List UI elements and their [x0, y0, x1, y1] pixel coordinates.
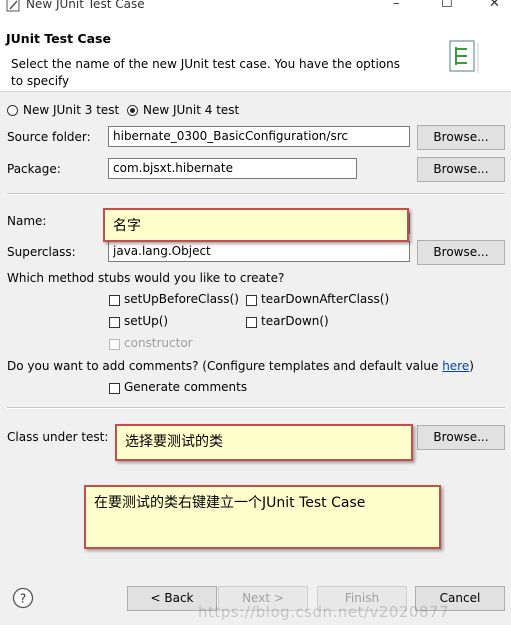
junit3-radio[interactable] [7, 105, 18, 116]
source-folder-label: Source folder: [7, 130, 91, 144]
help-icon[interactable]: ? [12, 587, 34, 609]
separator [7, 193, 505, 195]
teardownafterclass-label[interactable]: tearDownAfterClass() [261, 292, 389, 306]
page-title: JUnit Test Case [6, 31, 111, 46]
configure-templates-link[interactable]: here [442, 359, 469, 373]
comments-question: Do you want to add comments? (Configure … [7, 359, 474, 373]
setup-checkbox[interactable] [109, 317, 120, 328]
package-label: Package: [7, 162, 61, 176]
eclipse-app-icon [6, 0, 20, 12]
teardownafterclass-checkbox[interactable] [246, 295, 257, 306]
source-folder-input[interactable]: hibernate_0300_BasicConfiguration/src [108, 126, 410, 147]
close-icon[interactable]: ✕ [489, 0, 500, 11]
setupbeforeclass-label[interactable]: setUpBeforeClass() [124, 292, 239, 306]
setupbeforeclass-checkbox[interactable] [109, 295, 120, 306]
watermark-text: https://blog.csdn.net/v2020877 [198, 603, 450, 621]
minimize-icon[interactable]: – [393, 0, 400, 11]
superclass-label: Superclass: [7, 245, 76, 259]
page-description: Select the name of the new JUnit test ca… [11, 57, 401, 88]
class-under-test-label: Class under test: [7, 430, 109, 444]
method-stubs-question: Which method stubs would you like to cre… [7, 271, 285, 285]
teardown-checkbox[interactable] [246, 317, 257, 328]
junit-wizard-icon [449, 40, 479, 73]
constructor-checkbox [109, 339, 120, 350]
junit4-label[interactable]: New JUnit 4 test [143, 103, 239, 117]
class-under-test-browse-button[interactable]: Browse... [417, 425, 505, 450]
junit4-radio[interactable] [127, 105, 138, 116]
bottom-strip [0, 625, 511, 633]
generate-comments-checkbox[interactable] [109, 383, 120, 394]
separator [7, 407, 505, 409]
svg-text:?: ? [20, 592, 26, 606]
maximize-icon[interactable]: ☐ [441, 0, 453, 11]
constructor-label: constructor [124, 336, 193, 350]
superclass-browse-button[interactable]: Browse... [417, 240, 505, 265]
window-title: New JUnit Test Case [26, 0, 145, 11]
name-label: Name: [7, 214, 47, 228]
comments-question-close: ) [469, 359, 474, 373]
setup-label[interactable]: setUp() [124, 314, 168, 328]
junit3-label[interactable]: New JUnit 3 test [23, 103, 119, 117]
wizard-header: JUnit Test Case Select the name of the n… [0, 13, 511, 92]
source-folder-browse-button[interactable]: Browse... [417, 125, 505, 150]
class-annotation-note: 选择要测试的类 [115, 424, 413, 461]
package-browse-button[interactable]: Browse... [417, 157, 505, 182]
comments-question-text: Do you want to add comments? (Configure … [7, 359, 443, 373]
generate-comments-label[interactable]: Generate comments [124, 380, 247, 394]
superclass-input[interactable]: java.lang.Object [108, 241, 410, 262]
title-bar: New JUnit Test Case – ☐ ✕ [0, 0, 511, 13]
name-annotation-note: 名字 [103, 208, 409, 242]
package-input[interactable]: com.bjsxt.hibernate [108, 158, 357, 179]
rightclick-annotation-note: 在要测试的类右键建立一个JUnit Test Case [84, 485, 441, 549]
teardown-label[interactable]: tearDown() [261, 314, 329, 328]
